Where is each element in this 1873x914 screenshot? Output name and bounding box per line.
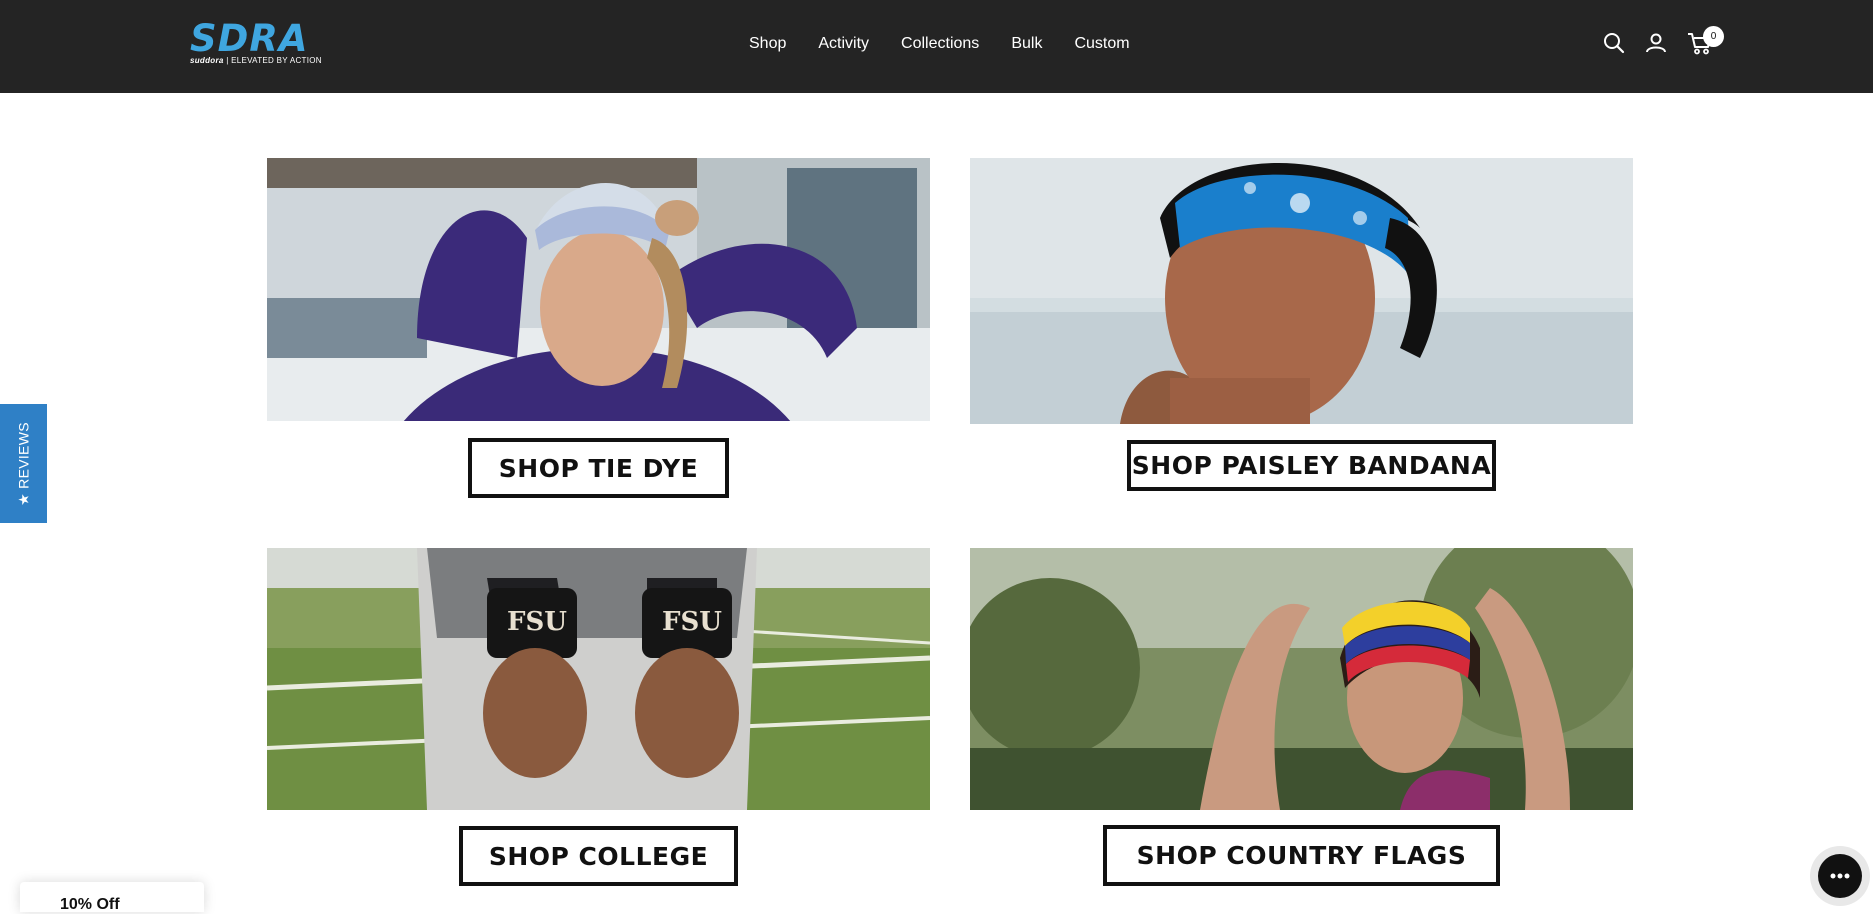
shop-country-flags-button[interactable]: SHOP COUNTRY FLAGS (1103, 825, 1500, 886)
account-icon[interactable] (1644, 31, 1668, 55)
chat-icon (1818, 854, 1862, 898)
tile-paisley-bandana[interactable]: SHOP PAISLEY BANDANA (970, 158, 1633, 503)
svg-text:FSU: FSU (507, 607, 567, 637)
tile-college[interactable]: FSU FSU SHOP COLLEGE (267, 548, 930, 893)
shop-paisley-bandana-button[interactable]: SHOP PAISLEY BANDANA (1127, 440, 1496, 491)
site-header: SDRA suddora | ELEVATED BY ACTION Shop A… (0, 0, 1873, 93)
shop-tie-dye-button[interactable]: SHOP TIE DYE (468, 438, 729, 498)
tile-tie-dye[interactable]: SHOP TIE DYE (267, 158, 930, 503)
tie-dye-photo (267, 158, 930, 421)
reviews-tab[interactable]: ★ REVIEWS (0, 404, 47, 523)
nav-activity[interactable]: Activity (818, 34, 869, 54)
reviews-tab-label: ★ REVIEWS (15, 421, 31, 506)
tile-country-flags[interactable]: SHOP COUNTRY FLAGS (970, 548, 1633, 893)
nav-collections[interactable]: Collections (901, 34, 979, 54)
logo-tagline: suddora | ELEVATED BY ACTION (190, 56, 322, 65)
discount-label: 10% Off (60, 896, 120, 913)
svg-text:FSU: FSU (662, 607, 722, 637)
logo[interactable]: SDRA suddora | ELEVATED BY ACTION (190, 20, 346, 66)
country-flags-photo (970, 548, 1633, 810)
shop-college-button[interactable]: SHOP COLLEGE (459, 826, 738, 886)
cart-count-badge: 0 (1703, 26, 1724, 47)
chat-launcher[interactable] (1810, 846, 1870, 906)
logo-mark: SDRA (190, 17, 309, 60)
nav-shop[interactable]: Shop (749, 34, 786, 54)
logo-tagline-text: | ELEVATED BY ACTION (226, 56, 322, 65)
logo-brand: suddora (190, 56, 224, 65)
nav-custom[interactable]: Custom (1074, 34, 1129, 54)
paisley-bandana-photo (970, 158, 1633, 424)
main-nav: Shop Activity Collections Bulk Custom (749, 34, 1130, 54)
discount-popup[interactable]: 10% Off (20, 882, 204, 913)
search-icon[interactable] (1602, 31, 1626, 55)
nav-bulk[interactable]: Bulk (1011, 34, 1042, 54)
college-photo: FSU FSU (267, 548, 930, 810)
